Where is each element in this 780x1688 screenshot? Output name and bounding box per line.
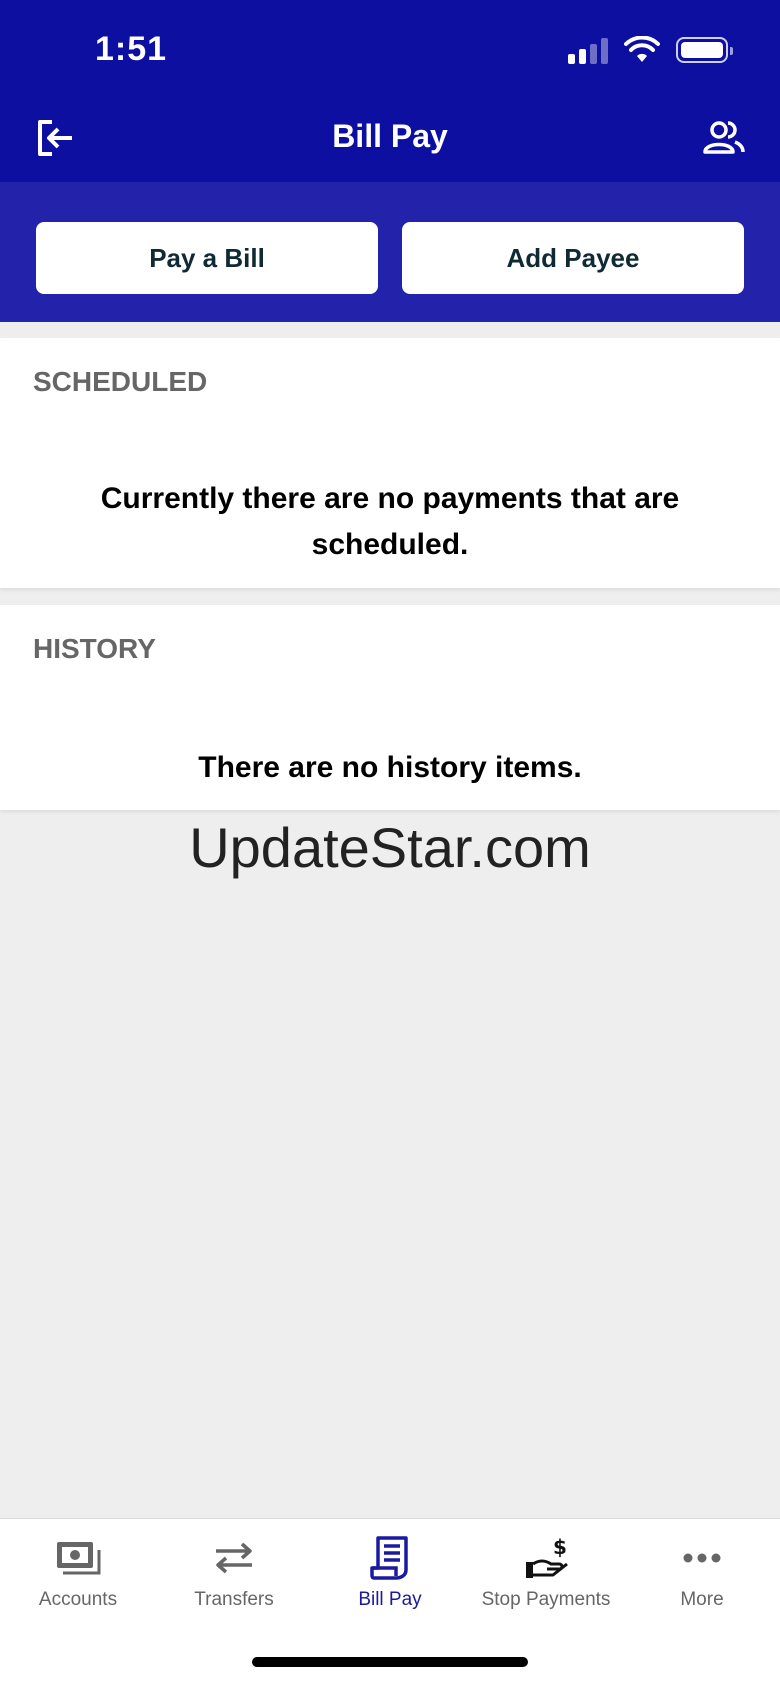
- tab-label-accounts: Accounts: [38, 1589, 118, 1610]
- bill-icon: [365, 1535, 415, 1581]
- wifi-icon: [624, 36, 660, 62]
- transfer-icon: [209, 1535, 259, 1581]
- page-title: Bill Pay: [332, 118, 448, 154]
- history-section: HISTORY There are no history items.: [0, 605, 780, 810]
- tab-label-more: More: [680, 1589, 724, 1610]
- tab-bill-pay[interactable]: Bill Pay: [312, 1519, 468, 1619]
- watermark: UpdateStar.com: [189, 816, 591, 879]
- tab-label-transfers: Transfers: [194, 1589, 274, 1610]
- more-icon: [677, 1535, 727, 1581]
- action-bar: Pay a Bill Add Payee: [0, 182, 780, 322]
- add-payee-button[interactable]: Add Payee: [402, 222, 744, 294]
- history-heading: HISTORY: [33, 633, 156, 664]
- tab-more[interactable]: More: [624, 1519, 780, 1619]
- scheduled-heading: SCHEDULED: [33, 366, 208, 397]
- tab-label-bill-pay: Bill Pay: [358, 1589, 422, 1610]
- tab-transfers[interactable]: Transfers: [156, 1519, 312, 1619]
- pay-bill-button[interactable]: Pay a Bill: [36, 222, 378, 294]
- status-time: 1:51: [95, 30, 168, 68]
- history-empty-message: There are no history items.: [198, 751, 582, 784]
- tab-label-stop-payments: Stop Payments: [481, 1589, 611, 1610]
- scheduled-empty-message: Currently there are no payments that are…: [100, 482, 680, 561]
- battery-icon: [676, 37, 733, 63]
- scheduled-section: SCHEDULED Currently there are no payment…: [0, 338, 780, 588]
- tab-stop-payments[interactable]: $ Stop Payments: [468, 1519, 624, 1619]
- cash-icon: [53, 1535, 103, 1581]
- users-icon[interactable]: [702, 118, 746, 158]
- status-bar: 1:51: [0, 0, 780, 100]
- nav-bar: Bill Pay: [0, 100, 780, 182]
- hand-dollar-icon: $: [521, 1535, 571, 1581]
- status-icons: [568, 36, 733, 64]
- cellular-signal-icon: [568, 36, 608, 64]
- svg-text:$: $: [553, 1536, 567, 1559]
- home-indicator[interactable]: [252, 1657, 528, 1667]
- tab-accounts[interactable]: Accounts: [0, 1519, 156, 1619]
